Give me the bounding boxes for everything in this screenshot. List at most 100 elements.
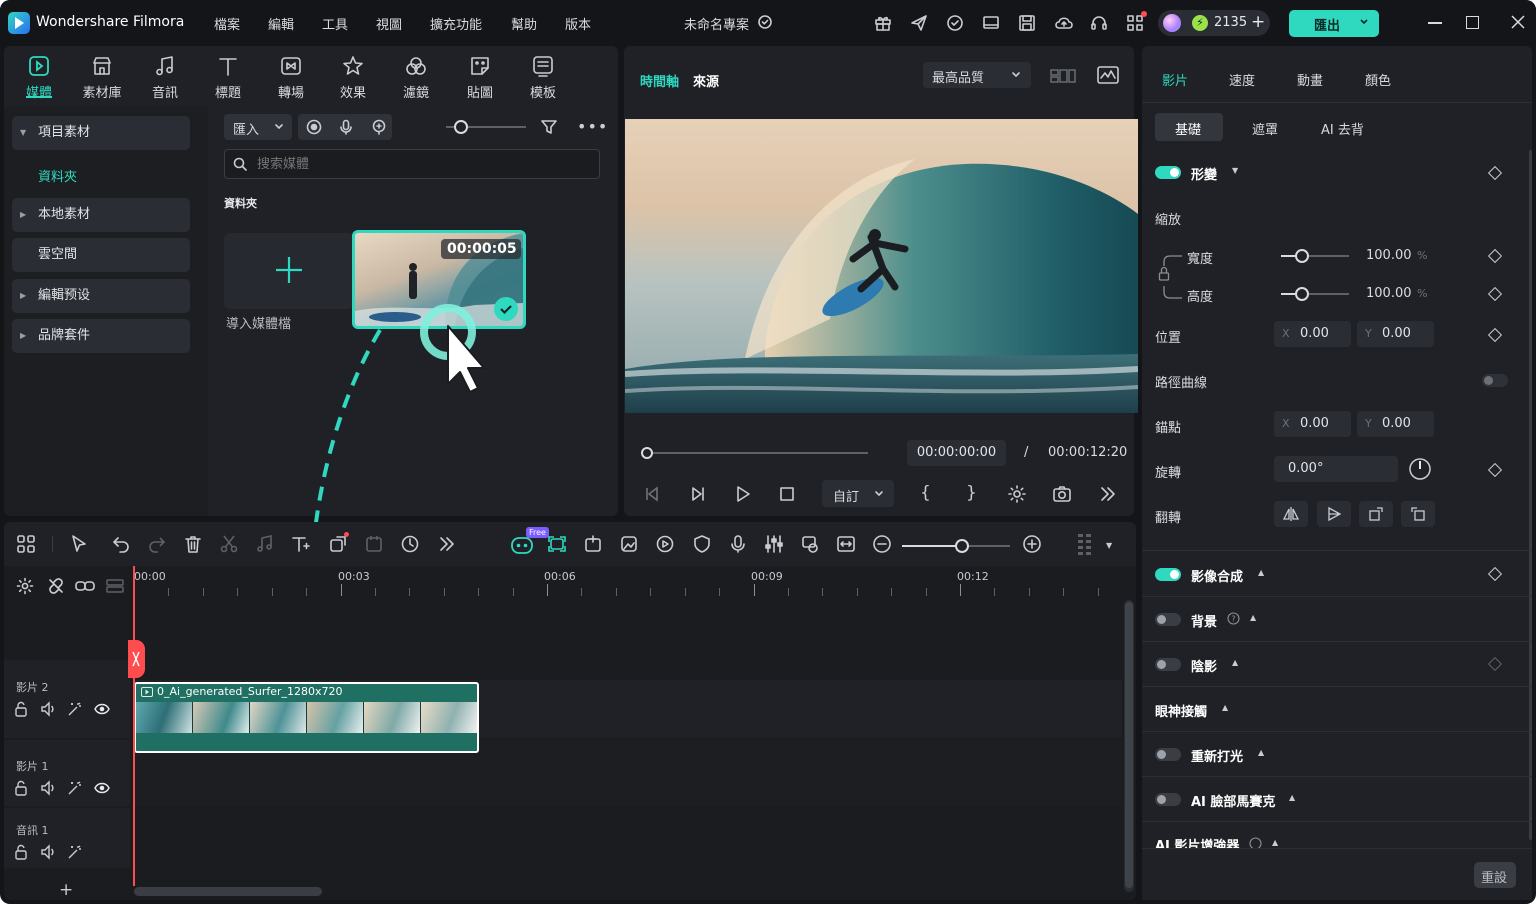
background-toggle[interactable] — [1155, 613, 1181, 626]
rotate-dial-icon[interactable] — [1408, 457, 1432, 481]
expand-arrow-icon[interactable]: ▲ — [1258, 748, 1264, 757]
zoom-slider[interactable] — [446, 120, 526, 134]
import-dropdown[interactable]: 匯入 — [224, 114, 292, 140]
stop-icon[interactable] — [779, 486, 795, 502]
maximize-icon[interactable] — [1466, 16, 1479, 29]
smart-cut-icon[interactable] — [583, 534, 603, 554]
tool-stock[interactable]: 素材庫 — [75, 54, 129, 101]
fit-timeline-icon[interactable] — [836, 534, 856, 554]
previous-frame-icon[interactable] — [643, 485, 661, 503]
playhead-handle[interactable] — [128, 640, 145, 678]
audio-edit-icon[interactable] — [255, 534, 275, 554]
auto-reframe-icon[interactable] — [547, 534, 567, 554]
transform-toggle[interactable] — [1155, 166, 1181, 179]
add-credits-icon[interactable]: + — [1251, 12, 1265, 32]
freeze-frame-icon[interactable] — [364, 534, 384, 554]
inspector-tab-video[interactable]: 影片 — [1162, 70, 1188, 89]
face-mosaic-toggle[interactable] — [1155, 793, 1181, 806]
microphone-icon[interactable] — [338, 119, 354, 135]
crop-icon[interactable] — [328, 532, 350, 554]
quality-dropdown[interactable]: 最高品質 — [923, 62, 1031, 88]
undo-icon[interactable] — [111, 534, 131, 554]
eye-visibility-icon[interactable] — [94, 781, 110, 795]
slider-knob[interactable] — [955, 539, 969, 553]
select-cursor-icon[interactable] — [70, 534, 90, 554]
settings-gear-icon[interactable] — [1007, 484, 1027, 504]
menu-file[interactable]: 檔案 — [214, 14, 240, 33]
sidebar-item-cloud-space[interactable]: 雲空間 — [12, 238, 190, 272]
compositing-toggle[interactable] — [1155, 568, 1181, 581]
expand-arrow-icon[interactable]: ▲ — [1258, 568, 1264, 577]
play-icon[interactable] — [734, 485, 752, 503]
sidebar-item-local-assets[interactable]: ▶ 本地素材 — [12, 198, 190, 232]
collapse-arrow-icon[interactable]: ▼ — [1232, 166, 1238, 175]
anchor-y-field[interactable]: Y 0.00 — [1357, 411, 1434, 437]
unlink-icon[interactable] — [47, 577, 65, 595]
volume-icon[interactable] — [40, 844, 56, 860]
tool-filters[interactable]: 濾鏡 — [389, 54, 443, 101]
menu-view[interactable]: 視圖 — [376, 14, 402, 33]
gift-icon[interactable] — [874, 14, 892, 32]
path-curve-toggle[interactable] — [1482, 374, 1508, 387]
add-track-icon[interactable]: + — [59, 880, 73, 900]
relight-toggle[interactable] — [1155, 748, 1181, 761]
width-value[interactable]: 100.00 — [1366, 248, 1412, 263]
rotate-left-button[interactable] — [1401, 501, 1435, 527]
headset-cloud-icon[interactable] — [946, 14, 964, 32]
screen-replace-icon[interactable] — [800, 534, 820, 554]
sidebar-item-edit-presets[interactable]: ▶ 編輯预设 — [12, 279, 190, 313]
scrubber-knob[interactable] — [641, 447, 653, 459]
export-button[interactable]: 匯出 — [1289, 10, 1379, 37]
layout-grid-icon[interactable] — [16, 534, 36, 554]
tool-stickers[interactable]: 貼圖 — [453, 54, 507, 101]
help-circle-icon[interactable] — [1249, 837, 1262, 848]
height-slider[interactable] — [1281, 287, 1349, 301]
sidebar-item-project-assets[interactable]: ▼ 項目素材 — [12, 116, 190, 150]
record-voice-icon[interactable] — [728, 534, 748, 554]
slider-knob[interactable] — [1295, 249, 1309, 263]
monitor-icon[interactable] — [982, 14, 1000, 32]
link-clips-icon[interactable] — [75, 577, 95, 595]
shadow-toggle[interactable] — [1155, 658, 1181, 671]
expand-arrow-icon[interactable]: ▲ — [1222, 703, 1228, 712]
redo-icon[interactable] — [147, 534, 167, 554]
mark-in-icon[interactable]: { — [920, 483, 931, 503]
tool-templates[interactable]: 模板 — [516, 54, 570, 101]
tool-effects[interactable]: 效果 — [326, 54, 380, 101]
flip-vertical-button[interactable] — [1317, 501, 1351, 527]
mark-out-icon[interactable]: } — [966, 483, 977, 503]
flip-horizontal-button[interactable] — [1274, 501, 1308, 527]
height-value[interactable]: 100.00 — [1366, 286, 1412, 301]
timeline-zoom-slider[interactable] — [902, 539, 1010, 553]
timeline-vertical-scrollbar[interactable] — [1124, 600, 1134, 892]
expand-arrow-icon[interactable]: ▲ — [1272, 838, 1278, 847]
ai-voice-icon[interactable] — [371, 119, 387, 135]
search-input[interactable] — [257, 154, 587, 174]
split-scissors-icon[interactable] — [219, 534, 239, 554]
zoom-out-icon[interactable] — [872, 534, 892, 554]
filter-funnel-icon[interactable] — [540, 118, 558, 136]
image-ai-icon[interactable] — [619, 534, 639, 554]
inspector-tab-color[interactable]: 顏色 — [1365, 70, 1391, 89]
reset-button[interactable]: 重設 — [1474, 862, 1516, 888]
speed-clock-icon[interactable] — [400, 534, 420, 554]
subtab-basic[interactable]: 基礎 — [1155, 113, 1223, 141]
aspect-link-icon[interactable] — [1158, 254, 1184, 300]
menu-edit[interactable]: 編輯 — [268, 14, 294, 33]
tool-media[interactable]: 媒體 — [12, 54, 66, 101]
apps-grid-icon[interactable] — [1126, 11, 1147, 32]
timeline-grip-icon[interactable] — [1077, 533, 1093, 559]
eye-visibility-icon[interactable] — [94, 702, 110, 716]
timeline-clip[interactable]: 0_Ai_generated_Surfer_1280x720 — [134, 682, 479, 753]
credits-pill[interactable]: ⚡ 2135 + — [1158, 10, 1270, 36]
close-icon[interactable] — [1510, 14, 1526, 30]
lock-icon[interactable] — [13, 780, 29, 796]
width-slider[interactable] — [1281, 249, 1349, 263]
zoom-in-icon[interactable] — [1022, 534, 1042, 554]
menu-tools[interactable]: 工具 — [322, 14, 348, 33]
menu-extensions[interactable]: 擴充功能 — [430, 14, 482, 33]
waveform-monitor-icon[interactable] — [1097, 66, 1119, 84]
position-x-field[interactable]: X 0.00 — [1274, 321, 1351, 347]
track-settings-gear-icon[interactable] — [16, 577, 34, 595]
help-circle-icon[interactable]: ? — [1227, 612, 1240, 625]
